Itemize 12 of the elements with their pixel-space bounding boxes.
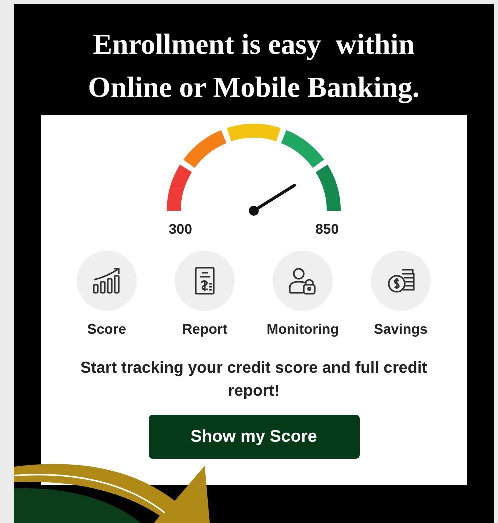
max-score-label: 850 (316, 221, 339, 237)
bar-chart-icon (91, 265, 123, 297)
min-score-label: 300 (169, 221, 192, 237)
person-lock-icon (287, 265, 319, 297)
message-text: Start tracking your credit score and full credit report! (80, 359, 428, 402)
gauge-needle (249, 184, 296, 216)
feature-label: Report (182, 321, 228, 337)
feature-label: Score (88, 321, 126, 337)
feature-label: Monitoring (266, 321, 340, 337)
show-score-button[interactable]: Show my Score (148, 415, 360, 459)
feature-label: Savings (374, 321, 428, 337)
headline: Enrollment is easy within Online or Mobile Banking. (87, 28, 421, 106)
